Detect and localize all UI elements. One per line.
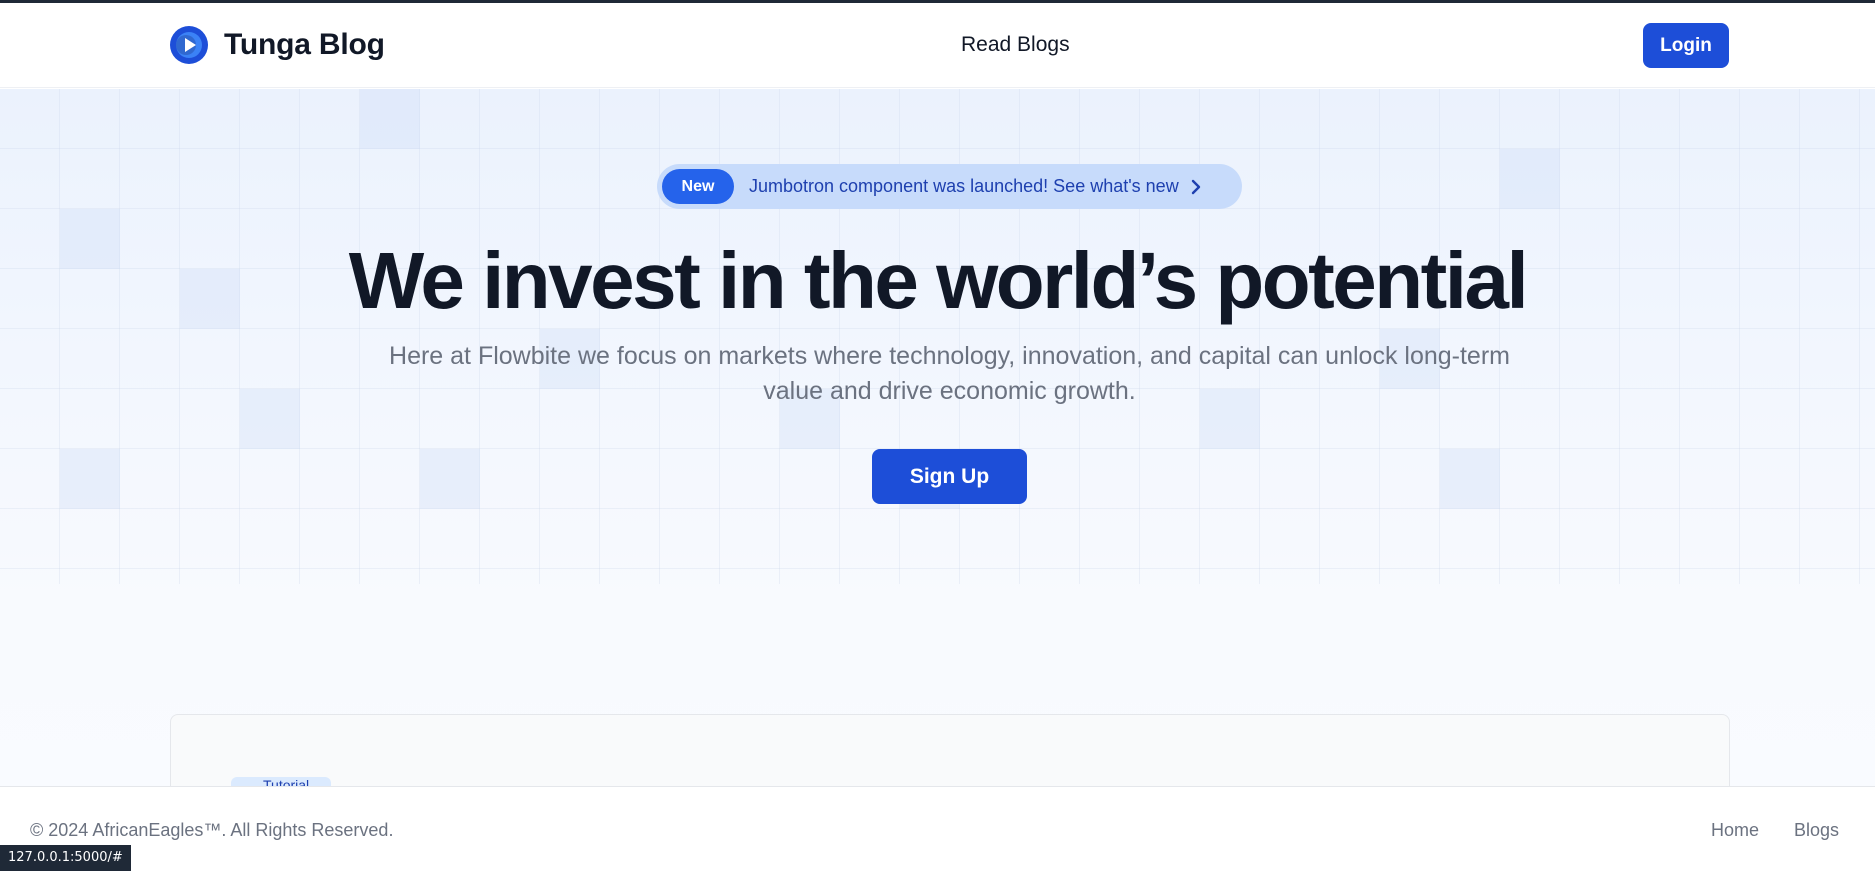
grid-tile <box>60 449 120 509</box>
chevron-right-icon <box>1191 179 1200 194</box>
footer-link-blogs[interactable]: Blogs <box>1794 820 1839 841</box>
play-logo-icon <box>170 26 208 64</box>
hero-section: New Jumbotron component was launched! Se… <box>0 89 1875 786</box>
announcement-banner[interactable]: New Jumbotron component was launched! Se… <box>657 164 1242 209</box>
category-chip: Tutorial <box>231 777 331 786</box>
copyright-text: © 2024 AfricanEagles™. All Rights Reserv… <box>30 820 394 840</box>
navbar: Tunga Blog Read Blogs Login <box>0 3 1875 88</box>
featured-card: Tutorial <box>170 714 1730 786</box>
login-button[interactable]: Login <box>1643 23 1729 68</box>
grid-tile <box>420 449 480 509</box>
footer-link-home[interactable]: Home <box>1711 820 1759 841</box>
sign-up-button[interactable]: Sign Up <box>872 449 1027 504</box>
grid-tile <box>1440 449 1500 509</box>
grid-tile <box>1500 149 1560 209</box>
nav-link-read-blogs[interactable]: Read Blogs <box>961 33 1070 57</box>
new-badge: New <box>662 169 734 204</box>
brand[interactable]: Tunga Blog <box>170 26 385 64</box>
grid-tile <box>360 89 420 149</box>
status-bar-url: 127.0.0.1:5000/# <box>0 845 131 871</box>
footer: © 2024 AfricanEagles™. All Rights Reserv… <box>0 786 1875 871</box>
hero-title: We invest in the world’s potential <box>348 236 1529 325</box>
hero-subtitle: Here at Flowbite we focus on markets whe… <box>389 342 1510 405</box>
grid-tile <box>240 389 300 449</box>
brand-name: Tunga Blog <box>224 28 385 61</box>
footer-nav: Home Blogs <box>1711 820 1839 841</box>
announcement-text: Jumbotron component was launched! See wh… <box>749 176 1179 196</box>
